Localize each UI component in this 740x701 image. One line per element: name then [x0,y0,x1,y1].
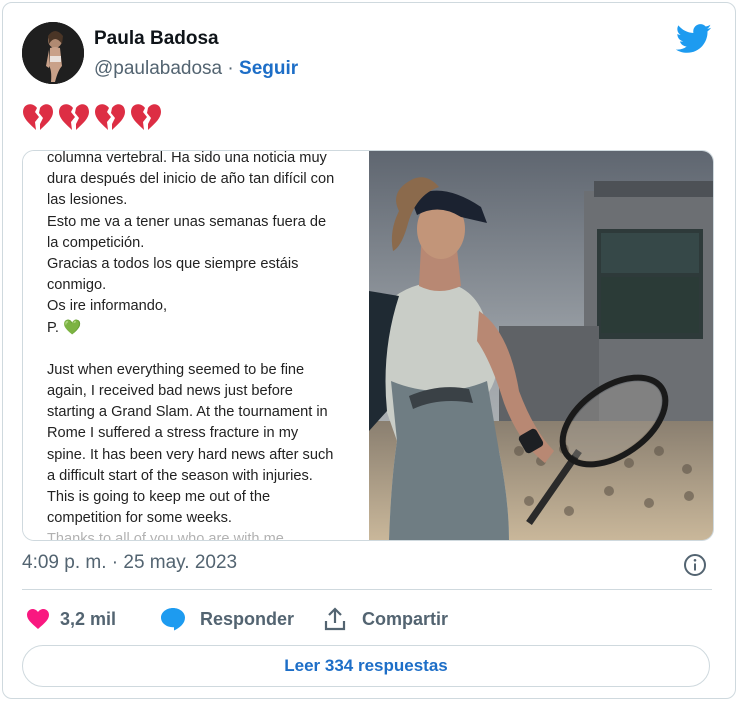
tweet-timestamp[interactable]: 4:09 p. m. · 25 may. 2023 [22,552,237,574]
media-text-line: P. 💚 [47,318,363,339]
signature: P. [47,319,59,336]
read-replies-button[interactable]: Leer 334 respuestas [22,645,710,687]
media-text-line: conmigo. [47,277,107,294]
tweet-actions: 3,2 mil Responder Compartir [22,603,712,635]
broken-heart-icon [59,104,89,130]
broken-heart-icon [95,104,125,130]
share-upload-icon [324,607,346,631]
reply-label: Responder [200,608,295,629]
broken-heart-icon [131,104,161,130]
divider [22,589,712,590]
media-text-line: spine. It has been very hard news after … [47,446,334,463]
media-text-line: Esto me va a tener unas semanas fuera de [47,213,327,230]
media-text-line: a difficult start of the season with inj… [47,467,313,484]
media-text-line: columna vertebral. Ha sido una noticia m… [47,151,327,166]
share-label: Compartir [362,608,449,629]
info-circle-icon[interactable] [683,553,707,577]
media-text-line: la competición. [47,234,145,251]
author-handle[interactable]: @paulabadosa [94,58,222,79]
media-text-line: This is going to keep me out of the [47,489,271,505]
like-count: 3,2 mil [60,608,117,629]
media-text-line: competition for some weeks. [47,510,232,527]
tennis-player-photo[interactable] [369,151,713,540]
media-text-line: starting a Grand Slam. At the tournament… [47,404,328,421]
like-button[interactable]: 3,2 mil [26,603,116,635]
media-text-line: Thanks to all of you who are with me... [47,531,297,540]
media-text-line: Rome I suffered a stress fracture in my [47,425,299,442]
media-text-line [47,339,363,360]
media-text-line: Os ire informando, [47,298,168,315]
author-handle-row: @paulabadosa · Seguir [94,58,298,80]
share-button[interactable]: Compartir [324,603,448,635]
handle-separator: · [227,58,234,79]
avatar[interactable] [22,22,84,84]
media-text-line: again, I received bad news just before [47,383,293,400]
speech-bubble-icon [161,608,185,631]
media-text-line: dura después del inicio de año tan difíc… [47,171,335,188]
follow-button[interactable]: Seguir [239,58,298,79]
heart-icon [27,609,49,629]
author-name[interactable]: Paula Badosa [94,28,219,50]
avatar-image [22,22,84,84]
twitter-bird-icon[interactable] [676,24,712,54]
media-text-line: Gracias a todos los que siempre estáis [47,255,299,272]
media-text-image[interactable]: columna vertebral. Ha sido una noticia m… [23,151,369,540]
tweet-media[interactable]: columna vertebral. Ha sido una noticia m… [22,150,714,541]
media-text-lines: columna vertebral. Ha sido una noticia m… [47,151,363,540]
media-text-line: Just when everything seemed to be fine [47,361,305,378]
broken-heart-icon [23,104,53,130]
reply-button[interactable]: Responder [160,603,294,635]
media-text-line: las lesiones. [47,192,128,209]
green-heart-icon: 💚 [62,319,82,336]
tweet-emoji-row [22,102,162,132]
